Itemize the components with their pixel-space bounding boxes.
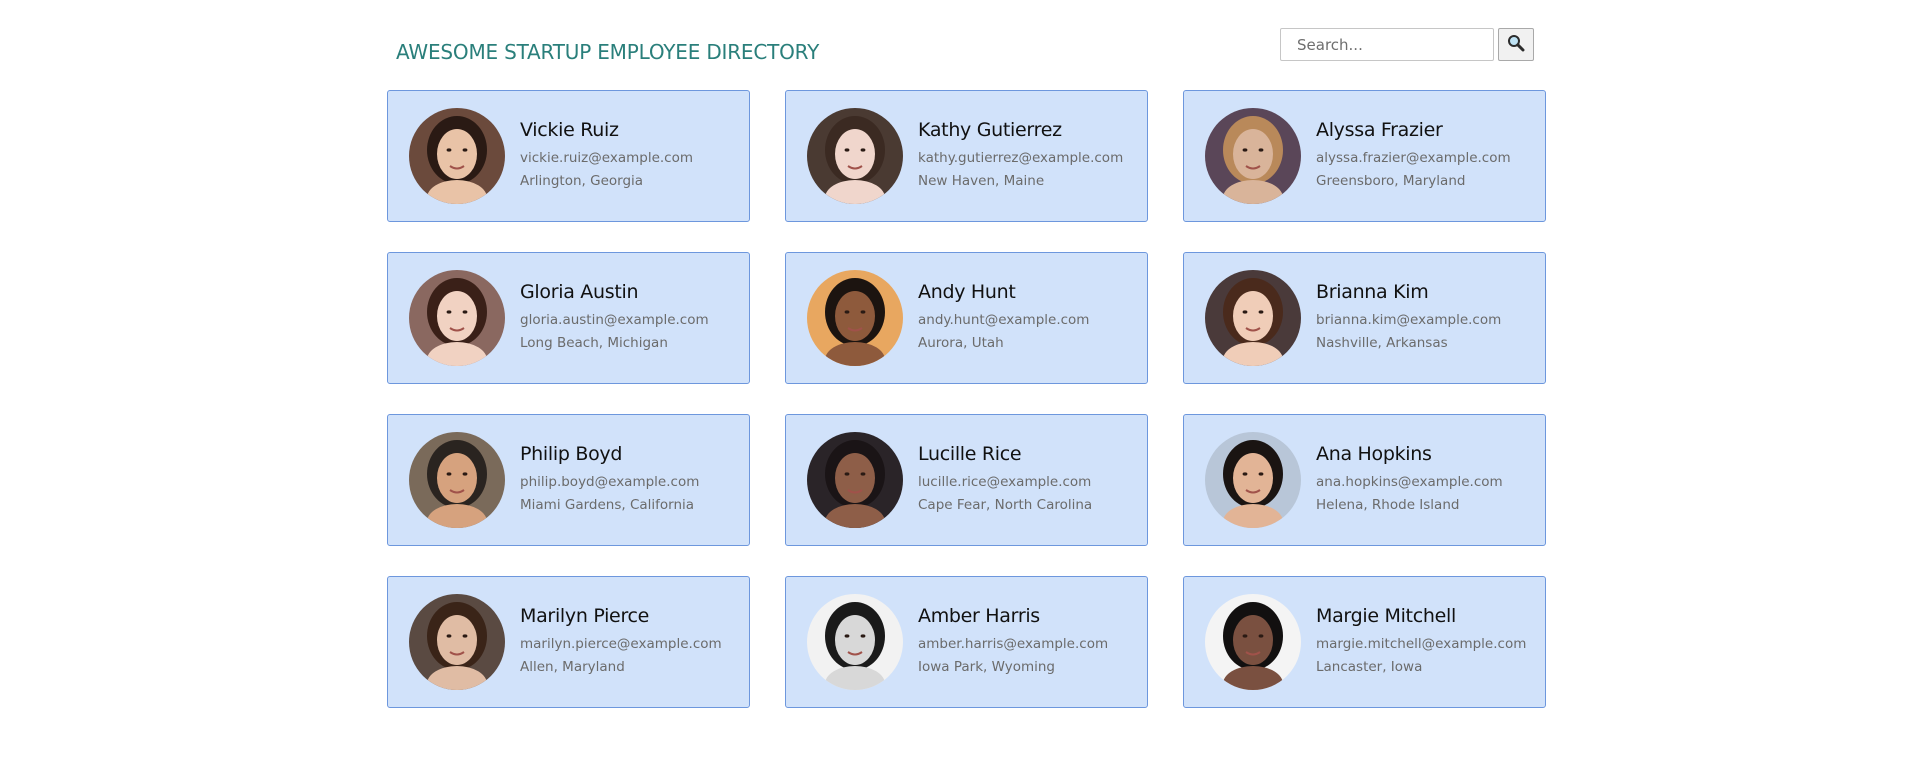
employee-avatar [807,270,903,366]
employee-card[interactable]: Vickie Ruiz vickie.ruiz@example.com Arli… [387,90,750,222]
employee-avatar [1205,270,1301,366]
employee-card[interactable]: Lucille Rice lucille.rice@example.com Ca… [785,414,1148,546]
employee-card[interactable]: Brianna Kim brianna.kim@example.com Nash… [1183,252,1546,384]
employee-avatar [1205,594,1301,690]
employee-email: lucille.rice@example.com [918,474,1092,490]
employee-name: Amber Harris [918,605,1040,627]
employee-name: Brianna Kim [1316,281,1429,303]
employee-email: vickie.ruiz@example.com [520,150,694,166]
employee-avatar [409,432,505,528]
employee-name: Lucille Rice [918,443,1022,465]
employee-card[interactable]: Amber Harris amber.harris@example.com Io… [785,576,1148,708]
employee-location: Iowa Park, Wyoming [918,659,1055,675]
employee-info: Amber Harris amber.harris@example.com Io… [918,605,1108,679]
employee-email: amber.harris@example.com [918,636,1109,652]
employee-info: Ana Hopkins ana.hopkins@example.com Hele… [1316,443,1503,517]
employee-location: Helena, Rhode Island [1316,497,1460,513]
employee-gallery: Vickie Ruiz vickie.ruiz@example.com Arli… [387,90,1546,708]
employee-location: New Haven, Maine [918,173,1045,189]
page-header: AWESOME STARTUP EMPLOYEE DIRECTORY [388,28,1534,72]
employee-card[interactable]: Kathy Gutierrez kathy.gutierrez@example.… [785,90,1148,222]
employee-info: Andy Hunt andy.hunt@example.com Aurora, … [918,281,1089,355]
employee-avatar [807,594,903,690]
employee-name: Philip Boyd [520,443,623,465]
employee-email: margie.mitchell@example.com [1316,636,1527,652]
employee-name: Andy Hunt [918,281,1016,303]
employee-location: Lancaster, Iowa [1316,659,1423,675]
employee-email: kathy.gutierrez@example.com [918,150,1124,166]
employee-card[interactable]: Marilyn Pierce marilyn.pierce@example.co… [387,576,750,708]
employee-info: Gloria Austin gloria.austin@example.com … [520,281,709,355]
employee-name: Gloria Austin [520,281,639,303]
employee-avatar [1205,108,1301,204]
magnifier-icon [1507,34,1525,55]
employee-avatar [409,594,505,690]
search-input[interactable] [1280,28,1494,61]
employee-email: brianna.kim@example.com [1316,312,1502,328]
employee-name: Margie Mitchell [1316,605,1456,627]
employee-location: Nashville, Arkansas [1316,335,1448,351]
employee-info: Marilyn Pierce marilyn.pierce@example.co… [520,605,722,679]
employee-location: Arlington, Georgia [520,173,644,189]
employee-location: Cape Fear, North Carolina [918,497,1093,513]
employee-name: Kathy Gutierrez [918,119,1062,141]
employee-email: philip.boyd@example.com [520,474,700,490]
employee-email: gloria.austin@example.com [520,312,709,328]
employee-location: Allen, Maryland [520,659,625,675]
search-button[interactable] [1498,28,1534,61]
directory-page: AWESOME STARTUP EMPLOYEE DIRECTORY Searc… [0,0,1920,780]
employee-info: Alyssa Frazier alyssa.frazier@example.co… [1316,119,1511,193]
employee-info: Brianna Kim brianna.kim@example.com Nash… [1316,281,1501,355]
employee-name: Alyssa Frazier [1316,119,1443,141]
employee-info: Lucille Rice lucille.rice@example.com Ca… [918,443,1092,517]
employee-avatar [409,270,505,366]
employee-avatar [807,432,903,528]
employee-info: Philip Boyd philip.boyd@example.com Miam… [520,443,699,517]
employee-email: andy.hunt@example.com [918,312,1090,328]
employee-location: Greensboro, Maryland [1316,173,1466,189]
employee-card[interactable]: Alyssa Frazier alyssa.frazier@example.co… [1183,90,1546,222]
employee-email: marilyn.pierce@example.com [520,636,722,652]
employee-card[interactable]: Ana Hopkins ana.hopkins@example.com Hele… [1183,414,1546,546]
employee-avatar [807,108,903,204]
search-form [1280,28,1534,61]
employee-avatar [1205,432,1301,528]
page-title: AWESOME STARTUP EMPLOYEE DIRECTORY [396,40,820,64]
employee-location: Long Beach, Michigan [520,335,668,351]
employee-name: Vickie Ruiz [520,119,619,141]
employee-avatar [409,108,505,204]
employee-location: Aurora, Utah [918,335,1004,351]
employee-name: Ana Hopkins [1316,443,1432,465]
employee-card[interactable]: Margie Mitchell margie.mitchell@example.… [1183,576,1546,708]
employee-email: ana.hopkins@example.com [1316,474,1503,490]
employee-name: Marilyn Pierce [520,605,650,627]
employee-card[interactable]: Gloria Austin gloria.austin@example.com … [387,252,750,384]
employee-info: Margie Mitchell margie.mitchell@example.… [1316,605,1526,679]
employee-email: alyssa.frazier@example.com [1316,150,1511,166]
employee-info: Kathy Gutierrez kathy.gutierrez@example.… [918,119,1123,193]
employee-location: Miami Gardens, California [520,497,695,513]
employee-info: Vickie Ruiz vickie.ruiz@example.com Arli… [520,119,693,193]
employee-card[interactable]: Andy Hunt andy.hunt@example.com Aurora, … [785,252,1148,384]
employee-card[interactable]: Philip Boyd philip.boyd@example.com Miam… [387,414,750,546]
